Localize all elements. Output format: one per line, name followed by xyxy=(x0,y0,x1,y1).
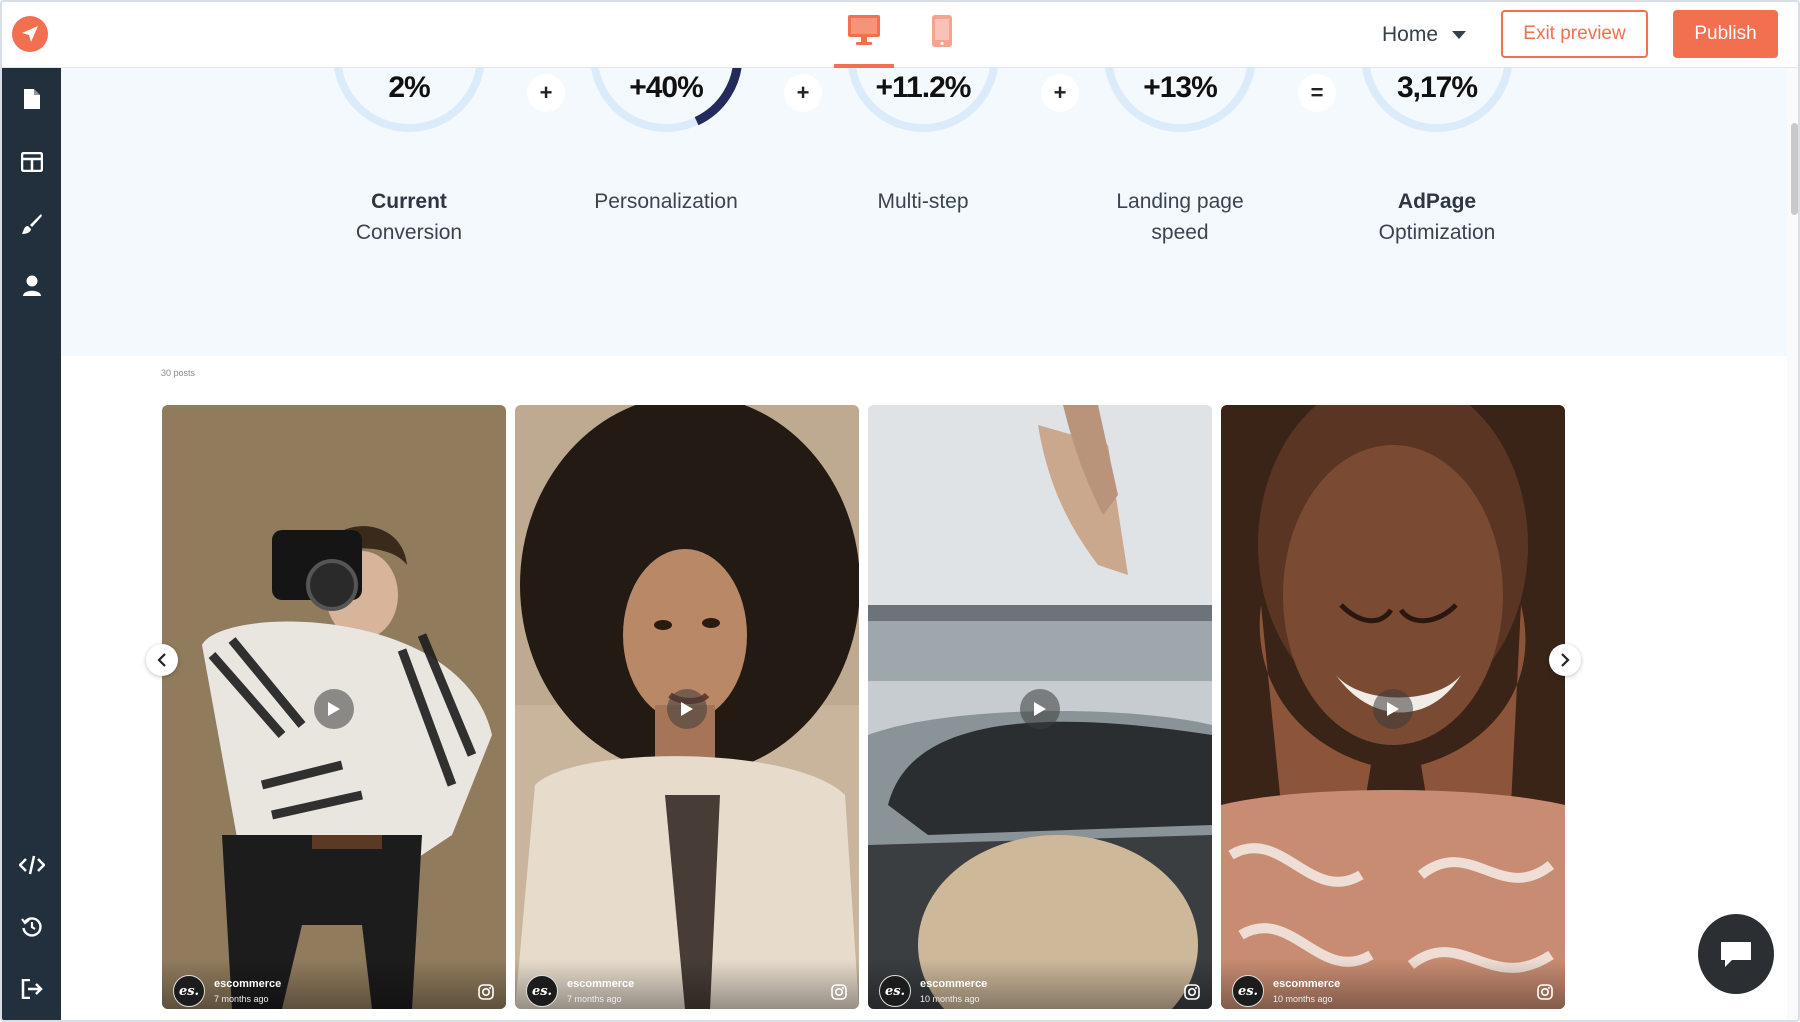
stat-label-line: Personalization xyxy=(594,190,738,213)
author-avatar[interactable]: es. xyxy=(173,975,205,1007)
stat-label: Personalization xyxy=(566,186,766,217)
play-button[interactable] xyxy=(1020,689,1060,729)
plus-sign: + xyxy=(527,74,565,112)
post-footer: es. escommerce 7 months ago xyxy=(162,959,506,1009)
instagram-icon[interactable] xyxy=(1537,984,1553,1000)
equals-sign: = xyxy=(1298,74,1336,112)
sidebar-item-logout[interactable] xyxy=(2,967,61,1011)
play-icon xyxy=(1034,702,1046,716)
sidebar-item-layout[interactable] xyxy=(2,140,61,184)
mobile-icon xyxy=(932,15,952,47)
post-time: 10 months ago xyxy=(1273,994,1333,1004)
chevron-left-icon xyxy=(157,653,166,667)
sidebar-item-history[interactable] xyxy=(2,905,61,949)
post-time: 10 months ago xyxy=(920,994,980,1004)
stat-label-line: Conversion xyxy=(355,221,463,244)
feed-post[interactable]: es. escommerce 7 months ago xyxy=(162,405,506,1009)
sidebar-item-account[interactable] xyxy=(2,264,61,308)
feed-caption: 30 posts xyxy=(161,368,196,378)
play-icon xyxy=(681,702,693,716)
post-author[interactable]: escommerce xyxy=(214,978,281,990)
user-icon xyxy=(22,275,41,296)
post-author[interactable]: escommerce xyxy=(567,978,634,990)
app-logo[interactable] xyxy=(12,16,48,52)
feed-post[interactable]: es. escommerce 10 months ago xyxy=(868,405,1212,1009)
post-author[interactable]: escommerce xyxy=(1273,978,1340,990)
stat-label-line: speed xyxy=(1151,221,1209,244)
chat-bubble-icon xyxy=(1721,942,1751,967)
exit-preview-button[interactable]: Exit preview xyxy=(1501,10,1648,58)
preview-canvas: 2% Current Conversion +40% Personalization +1… xyxy=(61,68,1787,1020)
page-select-label: Home xyxy=(1382,23,1439,46)
stat-label-line: Multi-step xyxy=(877,190,969,213)
sidebar-item-design[interactable] xyxy=(2,202,61,246)
device-mobile-toggle[interactable] xyxy=(912,10,972,68)
carousel-next-button[interactable] xyxy=(1549,644,1581,676)
plus-sign: + xyxy=(1041,74,1079,112)
stat-value: +13% xyxy=(1143,71,1218,104)
stat-label: AdPage Optimization xyxy=(1337,186,1537,248)
desktop-icon xyxy=(848,15,880,45)
device-desktop-toggle[interactable] xyxy=(834,10,894,68)
stat-label-line: Optimization xyxy=(1378,221,1496,244)
page-select[interactable]: Home xyxy=(1382,20,1467,50)
sidebar-item-pages[interactable] xyxy=(2,77,61,121)
feed-post[interactable]: es. escommerce 10 months ago xyxy=(1221,405,1565,1009)
stat-value: +11.2% xyxy=(875,71,972,104)
play-button[interactable] xyxy=(314,689,354,729)
caret-down-icon xyxy=(1452,31,1467,39)
stat-value: 2% xyxy=(388,71,430,104)
paper-plane-icon xyxy=(22,26,38,42)
scrollbar[interactable] xyxy=(1787,68,1798,1020)
scrollbar-thumb[interactable] xyxy=(1791,123,1798,215)
layout-icon xyxy=(20,152,43,172)
stat-value: +40% xyxy=(629,71,704,104)
chat-launcher-button[interactable] xyxy=(1698,914,1774,994)
stat-label-line: AdPage xyxy=(1397,190,1477,213)
carousel-prev-button[interactable] xyxy=(146,644,178,676)
code-icon xyxy=(18,855,45,875)
logout-icon xyxy=(21,979,43,999)
conversion-stats-section: 2% Current Conversion +40% Personalization +1… xyxy=(61,68,1787,356)
pages-icon xyxy=(23,89,40,109)
instagram-icon[interactable] xyxy=(831,984,847,1000)
stat-label: Multi-step xyxy=(823,186,1023,217)
author-avatar[interactable]: es. xyxy=(526,975,558,1007)
play-icon xyxy=(328,702,340,716)
stat-label: Current Conversion xyxy=(309,186,509,248)
stat-label-line: Landing page xyxy=(1116,190,1244,213)
instagram-icon[interactable] xyxy=(478,984,494,1000)
author-avatar[interactable]: es. xyxy=(879,975,911,1007)
play-button[interactable] xyxy=(1373,689,1413,729)
post-time: 7 months ago xyxy=(214,994,269,1004)
app-window: Home Exit preview Publish 2% Current Con… xyxy=(0,0,1800,1022)
stat-label: Landing page speed xyxy=(1080,186,1280,248)
chevron-right-icon xyxy=(1561,653,1570,667)
publish-button[interactable]: Publish xyxy=(1673,10,1778,58)
instagram-feed-carousel: es. escommerce 7 months ago es. escommer… xyxy=(162,405,1566,1009)
brush-icon xyxy=(21,214,42,234)
feed-post[interactable]: es. escommerce 7 months ago xyxy=(515,405,859,1009)
stat-label-line: Current xyxy=(371,190,447,213)
post-footer: es. escommerce 10 months ago xyxy=(1221,959,1565,1009)
stat-value: 3,17% xyxy=(1396,71,1478,104)
play-button[interactable] xyxy=(667,689,707,729)
sidebar xyxy=(2,68,61,1020)
post-footer: es. escommerce 10 months ago xyxy=(868,959,1212,1009)
play-icon xyxy=(1387,702,1399,716)
top-bar: Home Exit preview Publish xyxy=(2,2,1798,68)
post-time: 7 months ago xyxy=(567,994,622,1004)
post-footer: es. escommerce 7 months ago xyxy=(515,959,859,1009)
post-author[interactable]: escommerce xyxy=(920,978,987,990)
sidebar-item-code[interactable] xyxy=(2,843,61,887)
plus-sign: + xyxy=(784,74,822,112)
author-avatar[interactable]: es. xyxy=(1232,975,1264,1007)
instagram-icon[interactable] xyxy=(1184,984,1200,1000)
history-icon xyxy=(20,917,42,937)
